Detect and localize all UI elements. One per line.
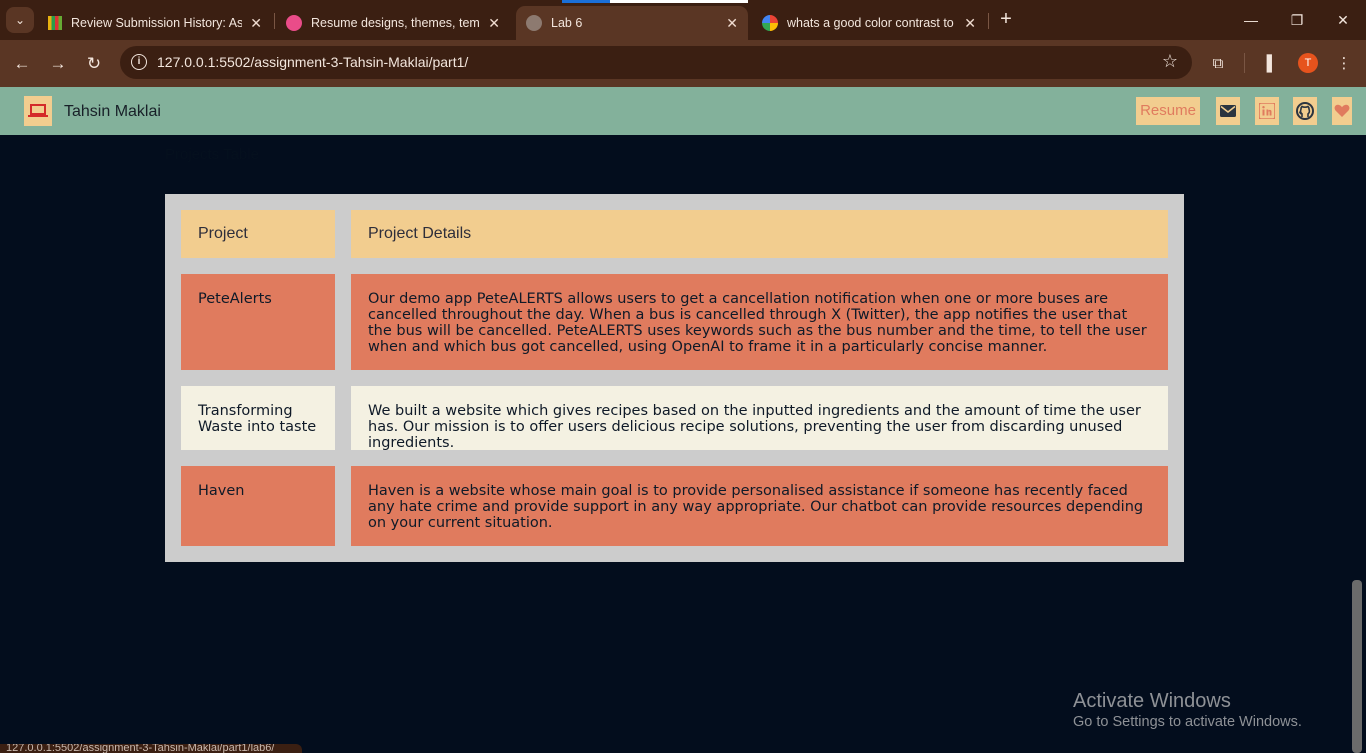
- address-bar[interactable]: i 127.0.0.1:5502/assignment-3-Tahsin-Mak…: [120, 46, 1192, 79]
- puzzle-icon: ⧉: [1212, 55, 1224, 72]
- restore-button[interactable]: ❐: [1274, 8, 1320, 32]
- reload-icon: ↻: [86, 54, 102, 73]
- profile-avatar[interactable]: T: [1298, 53, 1318, 73]
- close-icon[interactable]: ✕: [488, 15, 500, 32]
- tab-lab-6[interactable]: Lab 6 ✕: [516, 6, 748, 40]
- table-cell-project: PeteAlerts: [181, 274, 335, 370]
- kebab-menu-icon: ⋮: [1336, 55, 1352, 72]
- tab-divider: [988, 13, 989, 29]
- status-url: 127.0.0.1:5502/assignment-3-Tahsin-Makla…: [6, 744, 275, 753]
- back-button[interactable]: ←: [10, 52, 34, 76]
- laptop-icon[interactable]: [24, 96, 52, 126]
- tab-divider: [274, 13, 275, 29]
- table-cell-details: Haven is a website whose main goal is to…: [351, 466, 1168, 546]
- table-header-project: Project: [181, 210, 335, 258]
- link-status-bar: 127.0.0.1:5502/assignment-3-Tahsin-Makla…: [0, 744, 302, 753]
- close-icon[interactable]: ✕: [726, 15, 738, 32]
- side-panel-icon: ▌: [1266, 55, 1278, 72]
- reload-button[interactable]: ↻: [82, 52, 106, 76]
- window-close-button[interactable]: ✕: [1320, 8, 1366, 32]
- table-cell-project: Transforming Waste into taste: [181, 386, 335, 450]
- linkedin-icon[interactable]: [1255, 97, 1279, 125]
- arrow-right-icon: →: [49, 54, 67, 73]
- restore-icon: ❐: [1290, 12, 1304, 28]
- brand-name[interactable]: Tahsin Maklai: [64, 103, 161, 121]
- tab-color-contrast[interactable]: whats a good color contrast to ✕: [752, 6, 986, 40]
- site-navbar: Tahsin Maklai Resume: [0, 87, 1366, 135]
- section-label: Projects Table: [165, 146, 259, 163]
- minimize-icon: —: [1244, 12, 1258, 28]
- envelope-icon[interactable]: [1216, 97, 1240, 125]
- close-icon[interactable]: ✕: [964, 15, 976, 32]
- activate-windows-subtitle: Go to Settings to activate Windows.: [1073, 714, 1302, 730]
- close-icon: ✕: [1337, 12, 1349, 28]
- tab-loading-highlight: [610, 0, 748, 3]
- tab-title: whats a good color contrast to: [787, 16, 954, 30]
- browser-tab-strip: ⌄ Review Submission History: Assi ✕ Resu…: [0, 0, 1366, 40]
- table-cell-details: We built a website which gives recipes b…: [351, 386, 1168, 451]
- github-icon[interactable]: [1293, 97, 1317, 125]
- google-favicon-icon: [762, 15, 778, 31]
- table-cell-details: Our demo app PeteALERTS allows users to …: [351, 274, 1168, 370]
- projects-table: Project Project Details PeteAlerts Our d…: [165, 194, 1184, 562]
- browser-toolbar: ← → ↻ i 127.0.0.1:5502/assignment-3-Tahs…: [0, 40, 1366, 87]
- chart-favicon-icon: [48, 16, 62, 30]
- browser-menu-button[interactable]: ⋮: [1332, 52, 1356, 76]
- tab-title: Resume designs, themes, templ: [311, 16, 481, 30]
- chevron-down-icon: ⌄: [14, 13, 26, 27]
- arrow-left-icon: ←: [13, 54, 31, 73]
- side-panel-button[interactable]: ▌: [1260, 52, 1284, 76]
- table-cell-project: Haven: [181, 466, 335, 546]
- heart-icon[interactable]: [1332, 97, 1352, 125]
- globe-favicon-icon: [526, 15, 542, 31]
- minimize-button[interactable]: —: [1228, 8, 1274, 32]
- address-url[interactable]: 127.0.0.1:5502/assignment-3-Tahsin-Makla…: [157, 54, 468, 70]
- dribbble-favicon-icon: [286, 15, 302, 31]
- resume-button[interactable]: Resume: [1136, 97, 1200, 125]
- page-scrollbar[interactable]: [1352, 580, 1362, 753]
- tab-title: Review Submission History: Assi: [71, 16, 243, 30]
- activate-windows-title: Activate Windows: [1073, 690, 1231, 712]
- forward-button[interactable]: →: [46, 52, 70, 76]
- tab-resume-designs[interactable]: Resume designs, themes, templ ✕: [276, 6, 510, 40]
- tab-review-submission[interactable]: Review Submission History: Assi ✕: [38, 6, 272, 40]
- extensions-button[interactable]: ⧉: [1206, 52, 1230, 76]
- new-tab-button[interactable]: +: [994, 8, 1018, 32]
- tab-loading-indicator: [562, 0, 610, 3]
- site-info-icon[interactable]: i: [131, 54, 147, 70]
- toolbar-divider: [1244, 53, 1245, 73]
- bookmark-star-icon[interactable]: ☆: [1162, 51, 1178, 72]
- close-icon[interactable]: ✕: [250, 15, 262, 32]
- tab-search-button[interactable]: ⌄: [6, 7, 34, 33]
- tab-title: Lab 6: [551, 16, 583, 30]
- table-header-project-details: Project Details: [351, 210, 1168, 258]
